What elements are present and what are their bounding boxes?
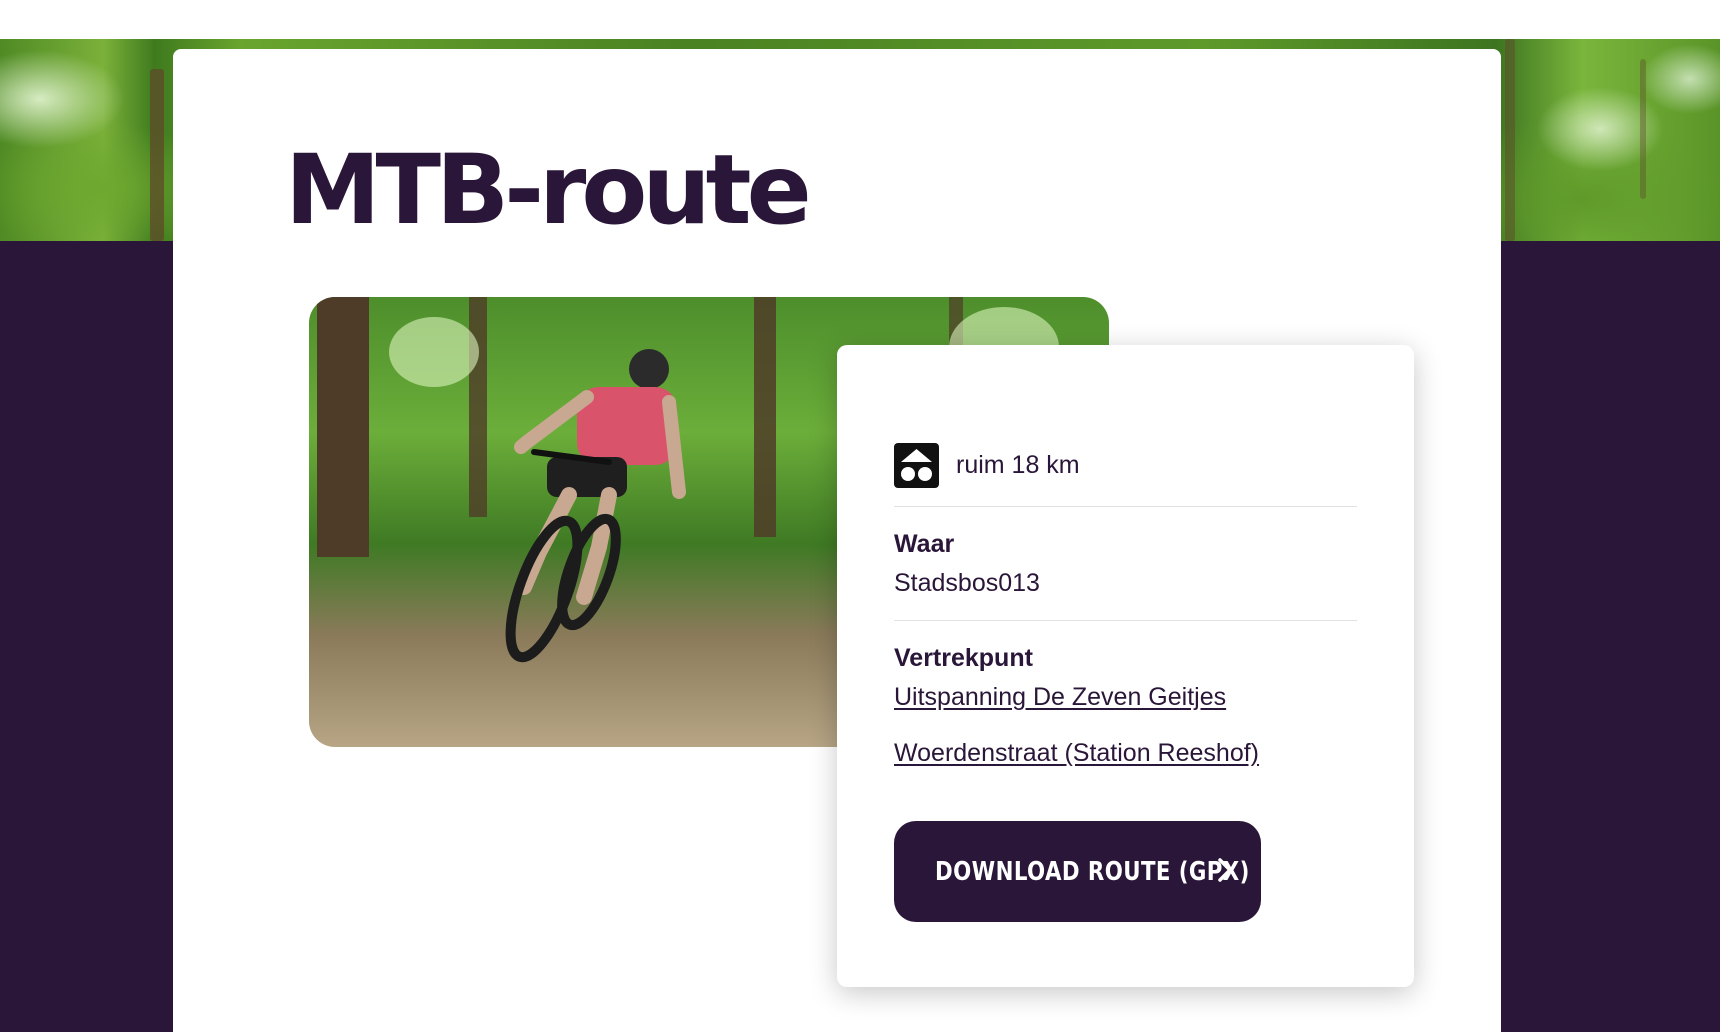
start-point-link-woerdenstraat[interactable]: Woerdenstraat (Station Reeshof): [894, 739, 1259, 768]
download-route-button[interactable]: DOWNLOAD ROUTE (GPX): [894, 821, 1261, 922]
top-bar: [0, 0, 1720, 39]
page-title: MTB-route: [285, 134, 812, 246]
route-distance-icon: [894, 443, 939, 488]
divider: [894, 620, 1357, 621]
where-value: Stadsbos013: [894, 569, 1040, 597]
start-point-label: Vertrekpunt: [894, 644, 1033, 672]
start-point-link-zeven-geitjes[interactable]: Uitspanning De Zeven Geitjes: [894, 683, 1226, 712]
where-label: Waar: [894, 530, 955, 558]
download-route-label: DOWNLOAD ROUTE (GPX): [935, 856, 1250, 887]
chevron-right-icon: [1217, 857, 1233, 888]
divider: [894, 506, 1357, 507]
route-info-card: ruim 18 km Waar Stadsbos013 Vertrekpunt …: [837, 345, 1414, 987]
distance-value: ruim 18 km: [956, 451, 1080, 479]
distance-row: ruim 18 km: [894, 443, 1080, 488]
